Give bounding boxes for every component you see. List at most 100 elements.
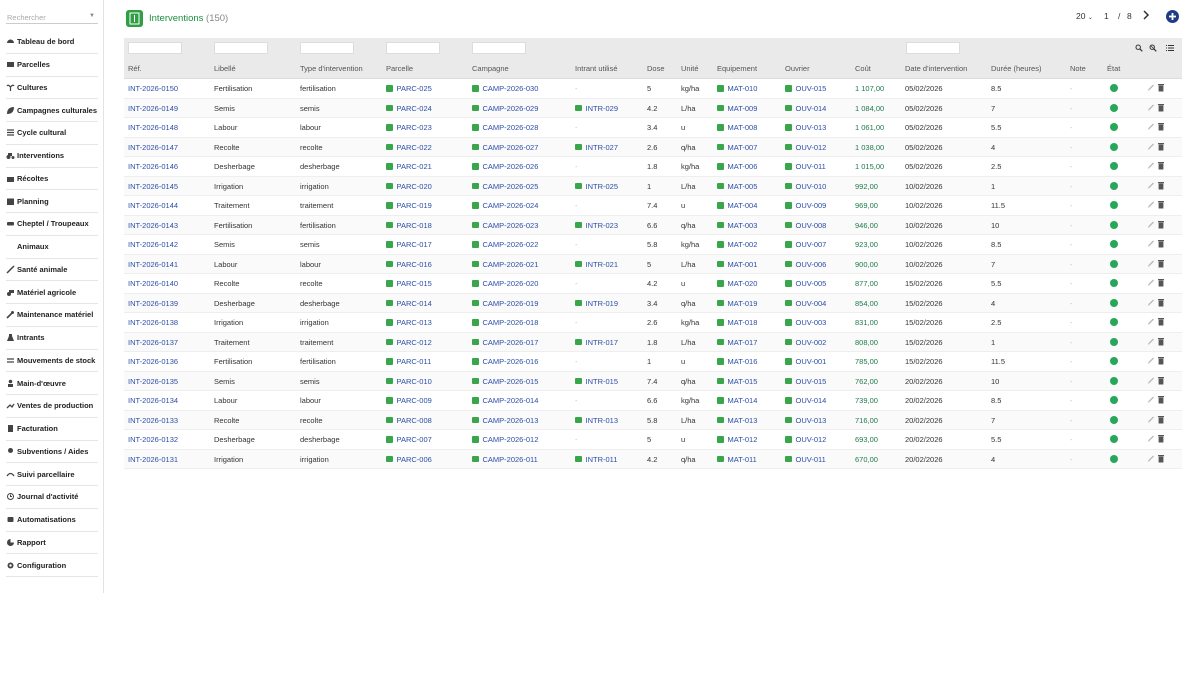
col-equipement-header[interactable]: Equipement bbox=[717, 64, 757, 73]
campagne-link[interactable]: CAMP-2026-027 bbox=[472, 143, 538, 152]
sidebar-item[interactable]: Cheptel / Troupeaux bbox=[6, 213, 98, 236]
ouvrier-link[interactable]: OUV-012 bbox=[785, 143, 826, 152]
sidebar-item[interactable]: Suivi parcellaire bbox=[6, 463, 98, 486]
equipement-link[interactable]: MAT-012 bbox=[717, 435, 757, 444]
ref-link[interactable]: INT-2026-0150 bbox=[128, 84, 178, 93]
edit-icon[interactable] bbox=[1147, 122, 1155, 131]
table-row[interactable]: INT-2026-0149 Semis semis PARC-024 CAMP-2026… bbox=[124, 98, 1182, 118]
ref-link[interactable]: INT-2026-0149 bbox=[128, 104, 178, 113]
ouvrier-link[interactable]: OUV-013 bbox=[785, 123, 826, 132]
equipement-link[interactable]: MAT-017 bbox=[717, 338, 757, 347]
ouvrier-link[interactable]: OUV-012 bbox=[785, 435, 826, 444]
col-type-header[interactable]: Type d'intervention bbox=[300, 64, 363, 73]
ouvrier-link[interactable]: OUV-014 bbox=[785, 104, 826, 113]
sidebar-item[interactable]: Mouvements de stock bbox=[6, 350, 98, 373]
ref-link[interactable]: INT-2026-0135 bbox=[128, 377, 178, 386]
filter-libelle-input[interactable] bbox=[214, 42, 268, 54]
ref-link[interactable]: INT-2026-0143 bbox=[128, 221, 178, 230]
edit-icon[interactable] bbox=[1147, 259, 1155, 268]
ouvrier-link[interactable]: OUV-009 bbox=[785, 201, 826, 210]
equipement-link[interactable]: MAT-009 bbox=[717, 104, 757, 113]
intrant-link[interactable]: INTR-019 bbox=[575, 299, 618, 308]
edit-icon[interactable] bbox=[1147, 103, 1155, 112]
intrant-link[interactable]: INTR-023 bbox=[575, 221, 618, 230]
table-row[interactable]: INT-2026-0131 Irrigation irrigation PARC-00… bbox=[124, 449, 1182, 469]
filter-ref-input[interactable] bbox=[128, 42, 182, 54]
edit-icon[interactable] bbox=[1147, 220, 1155, 229]
equipement-link[interactable]: MAT-016 bbox=[717, 357, 757, 366]
ref-link[interactable]: INT-2026-0131 bbox=[128, 455, 178, 464]
parcelle-link[interactable]: PARC-015 bbox=[386, 279, 432, 288]
equipement-link[interactable]: MAT-002 bbox=[717, 240, 757, 249]
parcelle-link[interactable]: PARC-017 bbox=[386, 240, 432, 249]
edit-icon[interactable] bbox=[1147, 337, 1155, 346]
equipement-link[interactable]: MAT-018 bbox=[717, 318, 757, 327]
ouvrier-link[interactable]: OUV-002 bbox=[785, 338, 826, 347]
campagne-link[interactable]: CAMP-2026-028 bbox=[472, 123, 538, 132]
intrant-link[interactable]: INTR-013 bbox=[575, 416, 618, 425]
table-row[interactable]: INT-2026-0150 Fertilisation fertilisation P… bbox=[124, 79, 1182, 99]
col-intrant-header[interactable]: Intrant utilisé bbox=[575, 64, 618, 73]
edit-icon[interactable] bbox=[1147, 356, 1155, 365]
ref-link[interactable]: INT-2026-0141 bbox=[128, 260, 178, 269]
table-row[interactable]: INT-2026-0139 Desherbage desherbage PARC-01… bbox=[124, 293, 1182, 313]
campagne-link[interactable]: CAMP-2026-029 bbox=[472, 104, 538, 113]
equipement-link[interactable]: MAT-003 bbox=[717, 221, 757, 230]
parcelle-link[interactable]: PARC-008 bbox=[386, 416, 432, 425]
ref-link[interactable]: INT-2026-0139 bbox=[128, 299, 178, 308]
delete-icon[interactable] bbox=[1157, 356, 1165, 365]
parcelle-link[interactable]: PARC-025 bbox=[386, 84, 432, 93]
sidebar-item[interactable]: Maintenance matériel bbox=[6, 304, 98, 327]
edit-icon[interactable] bbox=[1147, 454, 1155, 463]
table-row[interactable]: INT-2026-0143 Fertilisation fertilisation P… bbox=[124, 215, 1182, 235]
parcelle-link[interactable]: PARC-022 bbox=[386, 143, 432, 152]
parcelle-link[interactable]: PARC-018 bbox=[386, 221, 432, 230]
delete-icon[interactable] bbox=[1157, 142, 1165, 151]
delete-icon[interactable] bbox=[1157, 181, 1165, 190]
sidebar-item[interactable]: Ventes de production bbox=[6, 395, 98, 418]
parcelle-link[interactable]: PARC-011 bbox=[386, 357, 431, 366]
sidebar-item[interactable]: Campagnes culturales bbox=[6, 99, 98, 122]
sidebar-item[interactable]: Interventions bbox=[6, 145, 98, 168]
column-list-icon[interactable] bbox=[1166, 44, 1174, 52]
ouvrier-link[interactable]: OUV-011 bbox=[785, 455, 826, 464]
ouvrier-link[interactable]: OUV-015 bbox=[785, 377, 826, 386]
edit-icon[interactable] bbox=[1147, 298, 1155, 307]
ref-link[interactable]: INT-2026-0147 bbox=[128, 143, 178, 152]
parcelle-link[interactable]: PARC-019 bbox=[386, 201, 432, 210]
ouvrier-link[interactable]: OUV-004 bbox=[785, 299, 826, 308]
add-button[interactable] bbox=[1166, 10, 1179, 23]
ref-link[interactable]: INT-2026-0137 bbox=[128, 338, 178, 347]
ouvrier-link[interactable]: OUV-015 bbox=[785, 84, 826, 93]
equipement-link[interactable]: MAT-011 bbox=[717, 455, 757, 464]
ouvrier-link[interactable]: OUV-003 bbox=[785, 318, 826, 327]
delete-icon[interactable] bbox=[1157, 395, 1165, 404]
col-dose-header[interactable]: Dose bbox=[647, 64, 665, 73]
col-ref-header[interactable]: Réf. bbox=[128, 64, 142, 73]
table-row[interactable]: INT-2026-0137 Traitement traitement PARC-01… bbox=[124, 332, 1182, 352]
table-row[interactable]: INT-2026-0141 Labour labour PARC-016 CAMP-20… bbox=[124, 254, 1182, 274]
campagne-link[interactable]: CAMP-2026-017 bbox=[472, 338, 538, 347]
table-row[interactable]: INT-2026-0140 Recolte recolte PARC-015 CAMP-… bbox=[124, 274, 1182, 294]
delete-icon[interactable] bbox=[1157, 200, 1165, 209]
ref-link[interactable]: INT-2026-0142 bbox=[128, 240, 178, 249]
intrant-link[interactable]: INTR-015 bbox=[575, 377, 618, 386]
edit-icon[interactable] bbox=[1147, 83, 1155, 92]
table-row[interactable]: INT-2026-0133 Recolte recolte PARC-008 CAMP-… bbox=[124, 410, 1182, 430]
ouvrier-link[interactable]: OUV-006 bbox=[785, 260, 826, 269]
delete-icon[interactable] bbox=[1157, 376, 1165, 385]
table-row[interactable]: INT-2026-0138 Irrigation irrigation PARC-01… bbox=[124, 313, 1182, 333]
parcelle-link[interactable]: PARC-006 bbox=[386, 455, 432, 464]
parcelle-link[interactable]: PARC-009 bbox=[386, 396, 432, 405]
intrant-link[interactable]: INTR-021 bbox=[575, 260, 618, 269]
equipement-link[interactable]: MAT-020 bbox=[717, 279, 757, 288]
intrant-link[interactable]: INTR-027 bbox=[575, 143, 618, 152]
equipement-link[interactable]: MAT-014 bbox=[717, 396, 757, 405]
ref-link[interactable]: INT-2026-0145 bbox=[128, 182, 178, 191]
equipement-link[interactable]: MAT-006 bbox=[717, 162, 757, 171]
equipement-link[interactable]: MAT-015 bbox=[717, 377, 757, 386]
ouvrier-link[interactable]: OUV-005 bbox=[785, 279, 826, 288]
ouvrier-link[interactable]: OUV-011 bbox=[785, 162, 826, 171]
col-unite-header[interactable]: Unité bbox=[681, 64, 699, 73]
intrant-link[interactable]: INTR-025 bbox=[575, 182, 618, 191]
